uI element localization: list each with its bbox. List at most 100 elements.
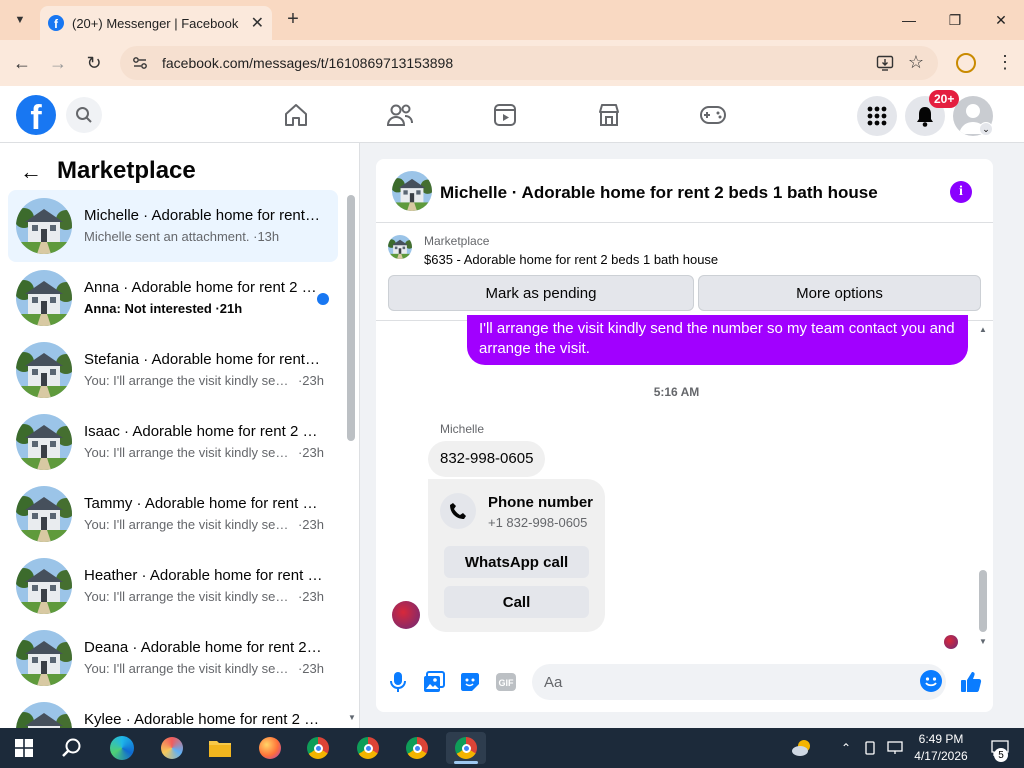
windows-start-icon[interactable] [4, 732, 44, 764]
message-timestamp: 5:16 AM [653, 385, 700, 399]
preview-text: You: I'll arrange the visit kindly send … [84, 661, 294, 676]
tab-title: (20+) Messenger | Facebook [72, 15, 239, 31]
maximize-icon[interactable]: ❐ [932, 0, 978, 40]
call-button[interactable]: Call [444, 586, 589, 618]
avatar [16, 630, 72, 686]
scroll-down-icon[interactable]: ▼ [348, 713, 356, 722]
browser-toolbar: ← → ↻ facebook.com/messages/t/1610869713… [0, 40, 1024, 86]
scroll-up-icon[interactable]: ▲ [979, 325, 987, 334]
incoming-message[interactable]: 832-998-0605 [428, 441, 546, 477]
window-close-icon[interactable]: ✕ [978, 0, 1024, 40]
site-settings-icon[interactable] [132, 55, 148, 71]
info-icon[interactable]: i [950, 181, 972, 203]
star-icon[interactable]: ☆ [908, 52, 924, 73]
chat-scrollbar[interactable] [979, 570, 987, 632]
separator: · [211, 301, 220, 316]
address-bar[interactable]: facebook.com/messages/t/1610869713153898… [120, 46, 938, 80]
friends-icon[interactable] [383, 98, 417, 132]
more-options-button[interactable]: More options [698, 275, 981, 311]
plus-icon[interactable]: + [282, 8, 304, 30]
sidebar-scrollbar[interactable] [347, 195, 355, 441]
conversation-preview: Michelle sent an attachment. · 13h [84, 229, 324, 244]
list-item[interactable]: Stefania · Adorable home for rent 2 beds… [8, 334, 338, 406]
facebook-logo[interactable]: f [16, 95, 56, 135]
gif-icon[interactable]: GIF [494, 670, 518, 694]
avatar [16, 486, 72, 542]
conversation-preview: You: I'll arrange the visit kindly send … [84, 373, 324, 388]
list-item[interactable]: Tammy · Adorable home for rent 2 beds 1 … [8, 478, 338, 550]
minimize-icon[interactable]: — [886, 0, 932, 40]
back-icon[interactable]: ← [7, 48, 37, 78]
like-icon[interactable] [959, 670, 983, 694]
mic-icon[interactable] [386, 670, 410, 694]
list-item[interactable]: Kylee · Adorable home for rent 2 beds 1 … [8, 694, 338, 728]
home-icon[interactable] [279, 98, 313, 132]
edge-icon[interactable] [102, 732, 142, 764]
scroll-down-icon[interactable]: ▼ [979, 637, 987, 646]
conversation-name: Stefania · Adorable home for rent 2 beds… [84, 351, 324, 368]
chat-header: Michelle · Adorable home for rent 2 beds… [376, 159, 993, 223]
seen-indicator-avatar [944, 635, 958, 649]
clock-time[interactable]: 6:49 PM [916, 732, 966, 746]
page-title: Marketplace [57, 157, 196, 184]
firefox-icon[interactable] [250, 732, 290, 764]
message-input[interactable] [532, 664, 946, 700]
listing-thumbnail[interactable] [388, 235, 412, 259]
conversation-time: 23h [302, 517, 324, 532]
sender-name: Michelle [440, 422, 485, 436]
sender-avatar[interactable] [392, 601, 420, 629]
emoji-icon[interactable] [920, 670, 942, 692]
file-explorer-icon[interactable] [200, 732, 240, 764]
tab-search-icon[interactable]: ▼ [6, 6, 34, 34]
forward-icon[interactable]: → [43, 48, 73, 78]
search-icon[interactable] [66, 97, 102, 133]
chrome-icon[interactable] [446, 732, 486, 764]
close-icon[interactable]: ✕ [251, 13, 264, 33]
list-item[interactable]: Deana · Adorable home for rent 2 beds 1 … [8, 622, 338, 694]
marketplace-icon[interactable] [592, 98, 626, 132]
avatar [16, 558, 72, 614]
chrome-icon[interactable] [397, 732, 437, 764]
chevron-up-icon[interactable]: ⌃ [836, 732, 856, 764]
clock-date[interactable]: 4/17/2026 [910, 749, 972, 763]
list-item[interactable]: Heather · Adorable home for rent 2 beds … [8, 550, 338, 622]
outgoing-message[interactable]: I'll arrange the visit kindly send the n… [467, 315, 968, 365]
gaming-icon[interactable] [696, 98, 730, 132]
separator: · [294, 661, 303, 676]
photo-icon[interactable] [422, 670, 446, 694]
svg-text:GIF: GIF [499, 678, 515, 688]
active-app-indicator [454, 761, 478, 764]
separator: · [249, 229, 258, 244]
weather-icon[interactable] [782, 732, 822, 764]
preview-text: You: I'll arrange the visit kindly send … [84, 373, 294, 388]
conversation-preview: Anna: Not interested · 21h [84, 301, 324, 316]
more-vert-icon[interactable]: ⋮ [996, 52, 1014, 73]
chat-title[interactable]: Michelle · Adorable home for rent 2 beds… [440, 183, 878, 203]
list-item[interactable]: Anna · Adorable home for rent 2 beds 1 b… [8, 262, 338, 334]
app-icon[interactable] [152, 732, 192, 764]
chrome-icon[interactable] [298, 732, 338, 764]
sticker-icon[interactable] [458, 670, 482, 694]
conversation-time: 23h [302, 589, 324, 604]
mark-as-pending-button[interactable]: Mark as pending [388, 275, 694, 311]
listing-source: Marketplace [424, 234, 490, 248]
browser-tab[interactable]: f (20+) Messenger | Facebook ✕ [40, 6, 272, 40]
list-item[interactable]: Isaac · Adorable home for rent 2 beds 1 … [8, 406, 338, 478]
chevron-down-icon[interactable]: ⌄ [979, 122, 993, 136]
chrome-icon[interactable] [348, 732, 388, 764]
back-arrow-icon[interactable]: ← [20, 159, 42, 185]
listing-avatar[interactable] [392, 171, 432, 211]
whatsapp-call-button[interactable]: WhatsApp call [444, 546, 589, 578]
phone-icon [440, 493, 476, 529]
video-icon[interactable] [488, 98, 522, 132]
reload-icon[interactable]: ↻ [79, 48, 109, 78]
listing-title[interactable]: $635 - Adorable home for rent 2 beds 1 b… [424, 252, 718, 267]
menu-grid-icon[interactable] [857, 96, 897, 136]
profile-icon[interactable] [956, 53, 976, 73]
sidebar: ← Marketplace Michelle · Adorable home f… [0, 143, 360, 728]
install-app-icon[interactable] [876, 54, 894, 72]
device-icon[interactable] [860, 732, 880, 764]
network-icon[interactable] [884, 732, 906, 764]
search-icon[interactable] [52, 732, 92, 764]
list-item[interactable]: Michelle · Adorable home for rent 2 beds… [8, 190, 338, 262]
